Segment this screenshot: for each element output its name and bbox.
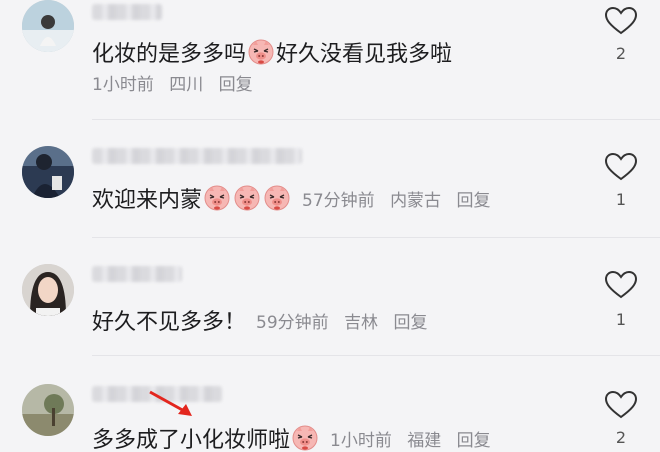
comment-time: 59分钟前	[256, 312, 329, 333]
comment-meta: 1小时前 福建 回复	[330, 426, 501, 451]
reply-button[interactable]: 回复	[457, 431, 491, 451]
pig-emoji-icon	[264, 185, 290, 211]
pig-emoji-icon	[292, 425, 318, 451]
comment-meta: 1小时前 四川 回复	[92, 70, 263, 95]
comment-location: 内蒙古	[390, 190, 442, 211]
like-count: 1	[615, 190, 627, 209]
comment-meta: 59分钟前 吉林 回复	[256, 308, 437, 333]
username-blurred[interactable]	[92, 266, 182, 282]
like-count: 1	[615, 310, 627, 329]
comment-text-line: 化妆的是多多吗 好久没看见我多啦	[92, 36, 452, 68]
comment-text-line: 多多成了小化妆师啦 1小时前 福建 回复	[92, 422, 501, 452]
comment-location: 福建	[407, 430, 442, 451]
comment-text-line: 欢迎来内蒙 57分钟前 内蒙古 回复	[92, 182, 500, 214]
username-blurred[interactable]	[92, 148, 302, 164]
comment-content: 多多成了小化妆师啦	[92, 428, 291, 452]
like-count: 2	[615, 44, 627, 63]
like-count: 2	[615, 428, 627, 447]
comment-item: 好久不见多多！ 59分钟前 吉林 回复 1	[0, 238, 660, 356]
comment-item: 多多成了小化妆师啦 1小时前 福建 回复 2	[0, 356, 660, 452]
avatar[interactable]	[22, 0, 74, 52]
comment-time: 1小时前	[92, 75, 154, 95]
pig-emoji-icon	[248, 39, 274, 65]
reply-button[interactable]: 回复	[219, 75, 253, 95]
heart-outline-icon[interactable]	[604, 390, 638, 420]
comment-content-continued: 好久没看见我多啦	[276, 42, 453, 67]
heart-outline-icon[interactable]	[604, 152, 638, 182]
comment-time: 1小时前	[330, 430, 392, 451]
comment-location: 吉林	[344, 312, 379, 333]
reply-button[interactable]: 回复	[393, 313, 427, 333]
comment-meta: 57分钟前 内蒙古 回复	[302, 186, 500, 211]
comment-location: 四川	[169, 75, 204, 95]
comment-item: 化妆的是多多吗 好久没看见我多啦 1小时前 四川 回复 2	[0, 0, 660, 120]
red-arrow-icon	[149, 390, 192, 416]
avatar[interactable]	[22, 384, 74, 436]
username-blurred[interactable]	[92, 4, 162, 20]
pig-emoji-icon	[234, 185, 260, 211]
comment-text-line: 好久不见多多！ 59分钟前 吉林 回复	[92, 304, 437, 336]
heart-outline-icon[interactable]	[604, 6, 638, 36]
comment-content: 好久不见多多！	[92, 310, 247, 335]
pig-emoji-icon	[204, 185, 230, 211]
comment-time: 57分钟前	[302, 190, 375, 211]
avatar[interactable]	[22, 146, 74, 198]
comment-item: 欢迎来内蒙 57分钟前 内蒙古 回复 1	[0, 120, 660, 238]
comment-content: 欢迎来内蒙	[92, 188, 203, 213]
avatar[interactable]	[22, 264, 74, 316]
comment-content: 化妆的是多多吗	[92, 42, 247, 67]
heart-outline-icon[interactable]	[604, 270, 638, 300]
reply-button[interactable]: 回复	[456, 191, 490, 211]
